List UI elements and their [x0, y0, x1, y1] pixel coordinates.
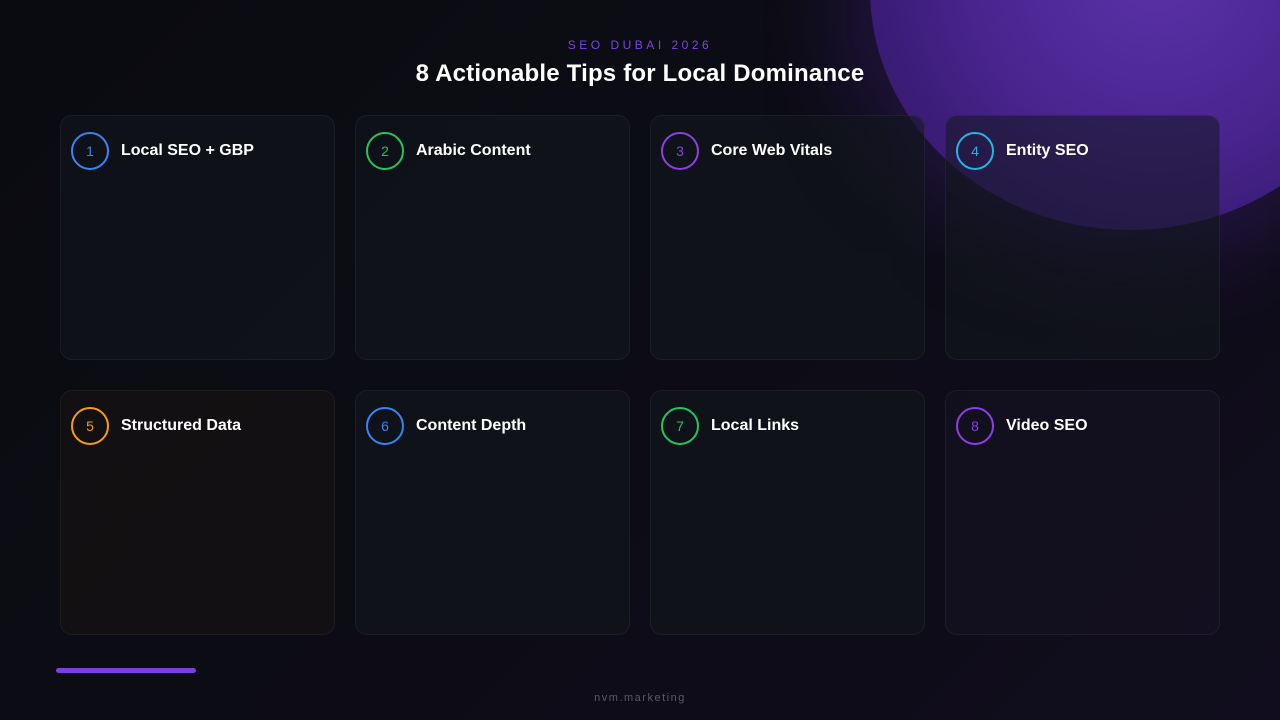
tip-card-1: 1 Local SEO + GBP — [60, 115, 335, 360]
tip-card-4: 4 Entity SEO — [945, 115, 1220, 360]
eyebrow-label: SEO DUBAI 2026 — [567, 38, 713, 52]
tip-number-badge: 2 — [366, 132, 404, 170]
tips-grid: 1 Local SEO + GBP 2 Arabic Content 3 Cor… — [60, 115, 1220, 635]
tip-label: Entity SEO — [1006, 142, 1089, 159]
tip-card-3: 3 Core Web Vitals — [650, 115, 925, 360]
tip-label: Structured Data — [121, 417, 242, 434]
tip-number-badge: 5 — [71, 407, 109, 445]
tip-label: Core Web Vitals — [711, 142, 833, 159]
tip-number-badge: 7 — [661, 407, 699, 445]
header: SEO DUBAI 2026 8 Actionable Tips for Loc… — [0, 38, 1280, 88]
tip-card-2: 2 Arabic Content — [355, 115, 630, 360]
slide: SEO DUBAI 2026 8 Actionable Tips for Loc… — [0, 0, 1280, 720]
tip-number-badge: 6 — [366, 407, 404, 445]
page-title: 8 Actionable Tips for Local Dominance — [415, 60, 865, 87]
tip-card-6: 6 Content Depth — [355, 390, 630, 635]
tip-label: Video SEO — [1006, 417, 1088, 434]
progress-bar — [56, 668, 196, 673]
tip-card-7: 7 Local Links — [650, 390, 925, 635]
progress-bar-fill — [56, 668, 196, 673]
tip-number-badge: 1 — [71, 132, 109, 170]
tip-number-badge: 3 — [661, 132, 699, 170]
tip-card-5: 5 Structured Data — [60, 390, 335, 635]
tip-number-badge: 4 — [956, 132, 994, 170]
tip-card-8: 8 Video SEO — [945, 390, 1220, 635]
footer-brand: nvm.marketing — [594, 692, 686, 704]
tip-label: Local SEO + GBP — [121, 142, 254, 159]
tip-label: Local Links — [711, 417, 800, 434]
tip-label: Arabic Content — [416, 142, 531, 159]
tip-number-badge: 8 — [956, 407, 994, 445]
tip-label: Content Depth — [416, 417, 527, 434]
